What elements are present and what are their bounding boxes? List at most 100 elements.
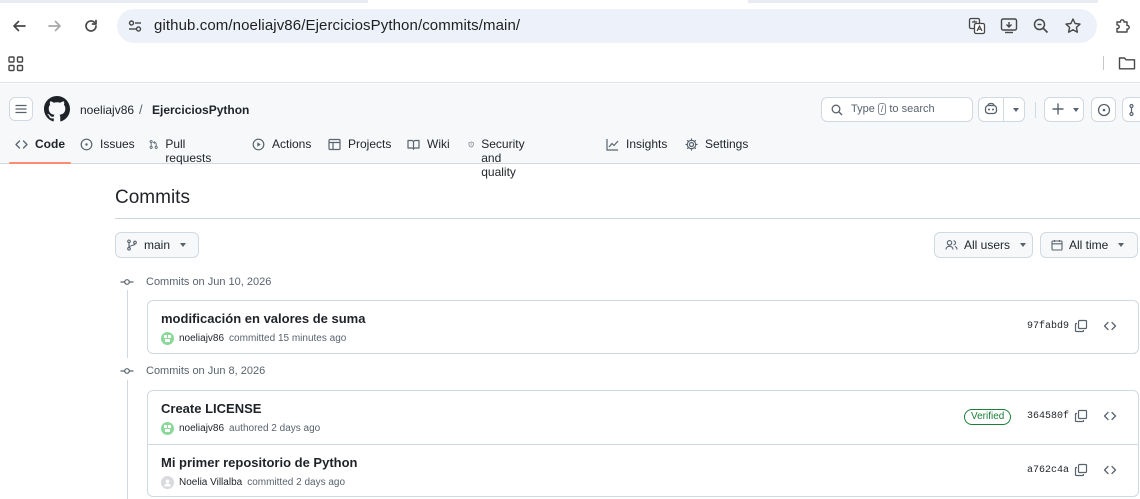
extensions-button[interactable] [1111,14,1135,38]
commit-icon [120,368,134,374]
tab-actions[interactable]: Actions [252,131,311,164]
translate-icon[interactable] [967,17,987,35]
commit-message[interactable]: Mi primer repositorio de Python [161,455,357,470]
commit-author[interactable]: noeliajv86 [179,333,224,344]
browse-code-icon[interactable] [1103,319,1117,333]
time-filter-button[interactable]: All time [1040,232,1138,258]
tab-wiki[interactable]: Wiki [407,131,450,164]
commit-group-date: Commits on Jun 10, 2026 [146,276,272,288]
verified-badge[interactable]: Verified [964,409,1012,425]
hamburger-icon [15,104,27,114]
create-new-button[interactable] [1044,97,1084,122]
browser-toolbar: github.com/noeliajv86/EjerciciosPython/c… [0,0,1140,52]
commit-row[interactable]: modificación en valores de suma noeliajv… [148,301,1138,353]
github-logo-icon[interactable] [44,96,70,122]
commit-sha[interactable]: 364580f [1027,411,1069,422]
pull-request-icon [1128,103,1134,116]
commit-author[interactable]: Noelia Villalba [179,477,242,488]
browse-code-icon[interactable] [1103,463,1117,477]
folder-icon[interactable] [1118,55,1136,71]
chevron-down-icon [1020,243,1027,247]
table-icon [328,138,341,151]
copy-icon[interactable] [1074,463,1088,477]
commit-message[interactable]: modificación en valores de suma [161,311,365,326]
tab-settings[interactable]: Settings [685,131,748,164]
zoom-icon[interactable] [1031,17,1051,35]
copy-icon[interactable] [1074,409,1088,423]
avatar[interactable] [161,332,174,345]
search-icon [831,104,843,116]
tab-label: Actions [272,137,312,151]
chevron-down-icon[interactable] [1013,108,1019,112]
bookmark-star-icon[interactable] [1063,17,1083,35]
search-placeholder-suffix: to search [889,103,935,115]
breadcrumb-repo[interactable]: EjerciciosPython [152,103,249,117]
browse-code-icon[interactable] [1103,409,1117,423]
issue-icon [80,138,93,151]
plus-icon [1052,103,1064,115]
your-issues-button[interactable] [1091,97,1116,122]
commit-group-header: Commits on Jun 8, 2026 [120,365,265,377]
branch-icon [127,239,137,251]
chevron-down-icon [1118,243,1125,247]
time-filter-label: All time [1069,238,1109,252]
bookmarks-bar [0,52,1140,83]
play-icon [252,138,265,151]
url-text: github.com/noeliajv86/EjerciciosPython/c… [154,17,521,34]
graph-icon [606,139,619,151]
issue-icon [1097,103,1110,116]
avatar[interactable] [161,422,174,435]
arrow-right-icon [48,20,61,32]
commit-author[interactable]: noeliajv86 [179,423,224,434]
people-icon [945,240,958,250]
commit-row[interactable]: Mi primer repositorio de Python Noelia V… [148,444,1138,496]
commit-meta: noeliajv86 authored 2 days ago [161,422,320,435]
reload-button[interactable] [79,14,103,38]
tab-pull-requests[interactable]: Pull requests [149,131,215,165]
copilot-icon [984,102,998,115]
search-shortcut-key: / [877,103,887,115]
copy-icon[interactable] [1074,319,1088,333]
tab-label: Settings [705,137,749,151]
commit-group-date: Commits on Jun 8, 2026 [146,365,266,377]
branch-selector-button[interactable]: main [115,232,199,258]
tab-security[interactable]: Security and quality [468,131,531,179]
your-pull-requests-button[interactable] [1122,97,1140,122]
avatar[interactable] [161,476,174,489]
address-bar[interactable]: github.com/noeliajv86/EjerciciosPython/c… [117,9,1097,43]
tab-projects[interactable]: Projects [328,131,391,164]
tab-label: Issues [100,137,135,151]
tab-code[interactable]: Code [9,131,71,164]
code-icon [15,140,28,149]
search-placeholder-prefix: Type [851,103,875,115]
search-input[interactable]: Type / to search [821,97,973,122]
commit-action: committed 2 days ago [247,477,346,488]
breadcrumb-owner[interactable]: noeliajv86 [80,103,134,117]
commit-meta: Noelia Villalba committed 2 days ago [161,476,345,489]
commit-message[interactable]: Create LICENSE [161,401,261,416]
tab-insights[interactable]: Insights [606,131,667,164]
gear-icon [685,138,698,151]
users-filter-button[interactable]: All users [934,232,1033,258]
install-app-icon[interactable] [999,17,1019,35]
title-divider [115,218,1140,219]
copilot-button[interactable] [978,97,1025,122]
calendar-icon [1051,240,1063,251]
commit-sha[interactable]: 97fabd9 [1027,321,1069,332]
chevron-down-icon [1073,108,1079,112]
header-divider [1035,102,1036,118]
tab-label: Security and quality [481,137,525,179]
commit-row[interactable]: Create LICENSE noeliajv86 authored 2 day… [148,391,1138,444]
commit-action: authored 2 days ago [229,423,321,434]
pull-request-icon [149,140,158,149]
commit-list: modificación en valores de suma noeliajv… [147,300,1139,354]
menu-button[interactable] [9,97,33,121]
branch-name: main [144,238,171,252]
forward-button[interactable] [43,14,67,38]
site-info-icon[interactable] [127,18,143,34]
apps-grid-icon[interactable] [8,56,24,72]
tab-label: Wiki [427,137,450,151]
tab-issues[interactable]: Issues [80,131,135,164]
back-button[interactable] [7,14,31,38]
commit-sha[interactable]: a762c4a [1027,465,1069,476]
